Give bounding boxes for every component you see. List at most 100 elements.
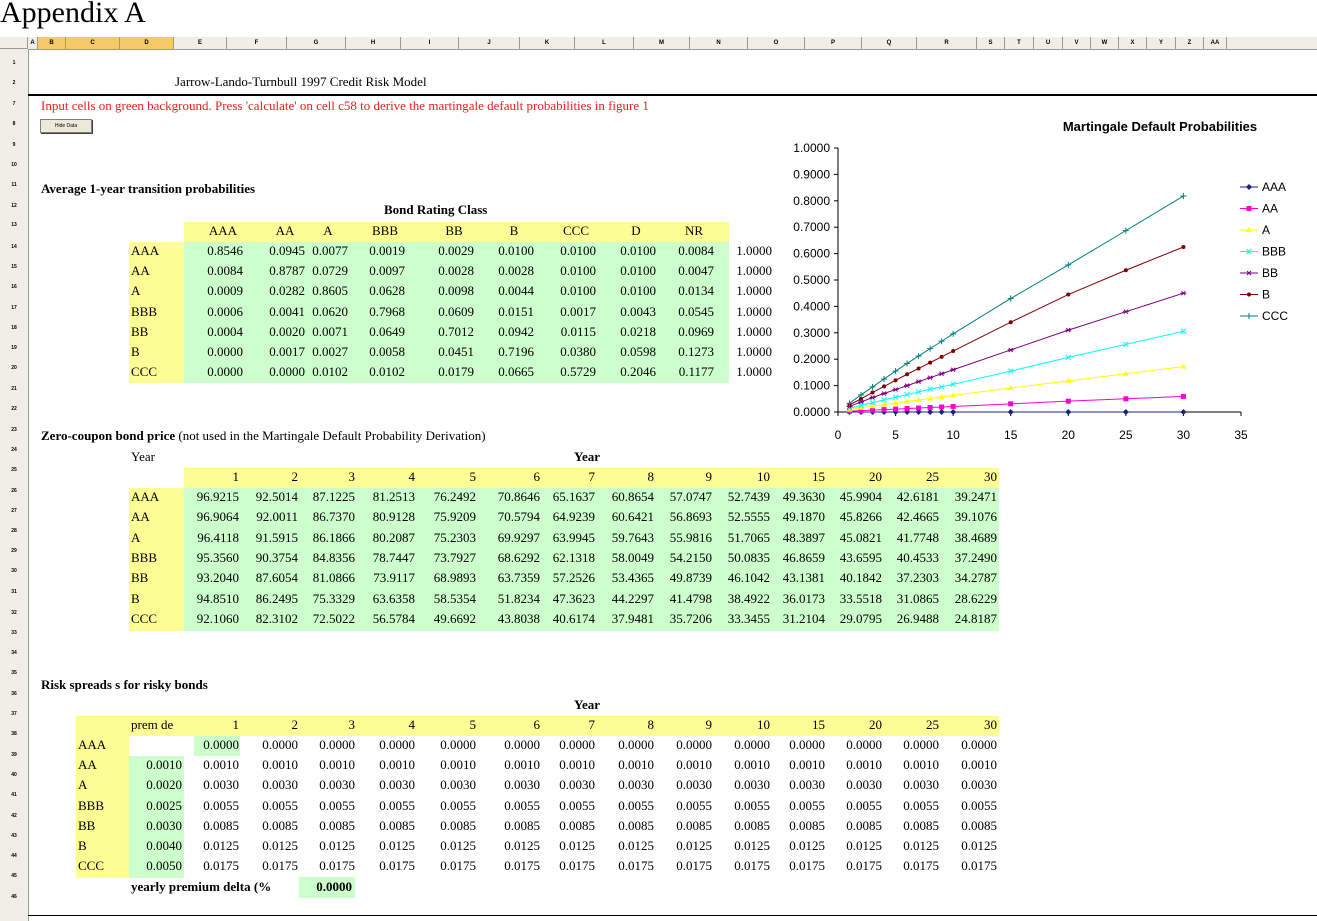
zcb-cell[interactable]: 80.2087 xyxy=(355,530,415,546)
zcb-cell[interactable]: 69.9297 xyxy=(480,530,540,546)
row-header-38[interactable]: 38 xyxy=(0,731,28,737)
row-header-21[interactable]: 21 xyxy=(0,386,28,392)
zcb-cell[interactable]: 52.7439 xyxy=(710,489,770,505)
transition-cell[interactable]: 0.0100 xyxy=(596,243,656,259)
transition-cell[interactable]: 0.0047 xyxy=(654,263,714,279)
zcb-cell[interactable]: 86.1866 xyxy=(295,530,355,546)
transition-cell[interactable]: 0.0729 xyxy=(288,263,348,279)
zcb-cell[interactable]: 42.6181 xyxy=(879,489,939,505)
row-header-13[interactable]: 13 xyxy=(0,222,28,228)
transition-cell[interactable]: 0.0000 xyxy=(183,344,243,360)
zcb-cell[interactable]: 96.4118 xyxy=(179,530,239,546)
row-header-28[interactable]: 28 xyxy=(0,528,28,534)
zcb-cell[interactable]: 60.8654 xyxy=(594,489,654,505)
row-header-9[interactable]: 9 xyxy=(0,142,28,148)
zcb-cell[interactable]: 68.6292 xyxy=(480,550,540,566)
zcb-cell[interactable]: 49.3630 xyxy=(765,489,825,505)
zcb-cell[interactable]: 92.0011 xyxy=(238,509,298,525)
transition-cell[interactable]: 0.0006 xyxy=(183,304,243,320)
column-header-c[interactable]: C xyxy=(66,37,120,49)
spreads-prem-cell[interactable]: 0.0020 xyxy=(124,777,182,793)
transition-cell[interactable]: 0.0098 xyxy=(414,283,474,299)
transition-cell[interactable]: 0.8546 xyxy=(183,243,243,259)
zcb-cell[interactable]: 40.4533 xyxy=(879,550,939,566)
row-header-17[interactable]: 17 xyxy=(0,305,28,311)
row-header-7[interactable]: 7 xyxy=(0,101,28,107)
zcb-cell[interactable]: 63.6358 xyxy=(355,591,415,607)
transition-cell[interactable]: 0.0100 xyxy=(596,263,656,279)
column-header-b[interactable]: B xyxy=(38,37,66,49)
zcb-cell[interactable]: 56.8693 xyxy=(652,509,712,525)
transition-cell[interactable]: 0.0380 xyxy=(536,344,596,360)
row-header-35[interactable]: 35 xyxy=(0,670,28,676)
zcb-cell[interactable]: 94.8510 xyxy=(179,591,239,607)
transition-cell[interactable]: 0.0969 xyxy=(654,324,714,340)
zcb-cell[interactable]: 63.9945 xyxy=(535,530,595,546)
row-header-29[interactable]: 29 xyxy=(0,548,28,554)
row-header-16[interactable]: 16 xyxy=(0,284,28,290)
zcb-cell[interactable]: 72.5022 xyxy=(295,611,355,627)
zcb-cell[interactable]: 62.1318 xyxy=(535,550,595,566)
zcb-cell[interactable]: 93.2040 xyxy=(179,570,239,586)
row-header-22[interactable]: 22 xyxy=(0,406,28,412)
row-header-20[interactable]: 20 xyxy=(0,365,28,371)
zcb-cell[interactable]: 75.3329 xyxy=(295,591,355,607)
row-header-18[interactable]: 18 xyxy=(0,325,28,331)
zcb-cell[interactable]: 87.1225 xyxy=(295,489,355,505)
column-header-j[interactable]: J xyxy=(459,37,520,49)
row-header-31[interactable]: 31 xyxy=(0,589,28,595)
column-header-m[interactable]: M xyxy=(634,37,690,49)
row-header-26[interactable]: 26 xyxy=(0,488,28,494)
zcb-cell[interactable]: 35.7206 xyxy=(652,611,712,627)
row-header-24[interactable]: 24 xyxy=(0,447,28,453)
hide-data-button[interactable]: Hide Data xyxy=(40,119,92,133)
column-header-i[interactable]: I xyxy=(401,37,459,49)
column-header-z[interactable]: Z xyxy=(1176,37,1204,49)
zcb-cell[interactable]: 37.2303 xyxy=(879,570,939,586)
transition-cell[interactable]: 0.0043 xyxy=(596,304,656,320)
zcb-cell[interactable]: 73.9117 xyxy=(355,570,415,586)
row-header-12[interactable]: 12 xyxy=(0,203,28,209)
zcb-cell[interactable]: 43.1381 xyxy=(765,570,825,586)
row-header-14[interactable]: 14 xyxy=(0,244,28,250)
zcb-cell[interactable]: 53.4365 xyxy=(594,570,654,586)
zcb-cell[interactable]: 59.7643 xyxy=(594,530,654,546)
transition-cell[interactable]: 0.7968 xyxy=(345,304,405,320)
transition-cell[interactable]: 0.0151 xyxy=(474,304,534,320)
column-header-a[interactable]: A xyxy=(28,37,38,49)
transition-cell[interactable]: 0.0019 xyxy=(345,243,405,259)
zcb-cell[interactable]: 45.9904 xyxy=(822,489,882,505)
zcb-cell[interactable]: 75.2303 xyxy=(416,530,476,546)
zcb-cell[interactable]: 39.2471 xyxy=(937,489,997,505)
zcb-cell[interactable]: 33.3455 xyxy=(710,611,770,627)
transition-cell[interactable]: 0.0071 xyxy=(288,324,348,340)
spreads-prem-cell[interactable]: 0.0050 xyxy=(124,858,182,874)
transition-cell[interactable]: 0.0000 xyxy=(183,364,243,380)
row-header-43[interactable]: 43 xyxy=(0,833,28,839)
column-header-u[interactable]: U xyxy=(1034,37,1063,49)
zcb-cell[interactable]: 87.6054 xyxy=(238,570,298,586)
transition-cell[interactable]: 0.0044 xyxy=(474,283,534,299)
column-header-x[interactable]: X xyxy=(1119,37,1147,49)
zcb-cell[interactable]: 95.3560 xyxy=(179,550,239,566)
zcb-cell[interactable]: 46.8659 xyxy=(765,550,825,566)
spreads-prem-cell[interactable]: 0.0040 xyxy=(124,838,182,854)
zcb-cell[interactable]: 49.1870 xyxy=(765,509,825,525)
transition-cell[interactable]: 0.7196 xyxy=(474,344,534,360)
zcb-cell[interactable]: 52.5555 xyxy=(710,509,770,525)
zcb-cell[interactable]: 41.4798 xyxy=(652,591,712,607)
transition-cell[interactable]: 0.0620 xyxy=(288,304,348,320)
zcb-cell[interactable]: 70.5794 xyxy=(480,509,540,525)
transition-cell[interactable]: 0.0028 xyxy=(414,263,474,279)
transition-cell[interactable]: 0.1177 xyxy=(654,364,714,380)
row-header-19[interactable]: 19 xyxy=(0,345,28,351)
zcb-cell[interactable]: 60.6421 xyxy=(594,509,654,525)
transition-cell[interactable]: 0.5729 xyxy=(536,364,596,380)
transition-cell[interactable]: 0.7012 xyxy=(414,324,474,340)
zcb-cell[interactable]: 63.7359 xyxy=(480,570,540,586)
zcb-cell[interactable]: 86.7370 xyxy=(295,509,355,525)
row-header-37[interactable]: 37 xyxy=(0,711,28,717)
zcb-cell[interactable]: 28.6229 xyxy=(937,591,997,607)
transition-cell[interactable]: 0.0009 xyxy=(183,283,243,299)
zcb-cell[interactable]: 37.2490 xyxy=(937,550,997,566)
